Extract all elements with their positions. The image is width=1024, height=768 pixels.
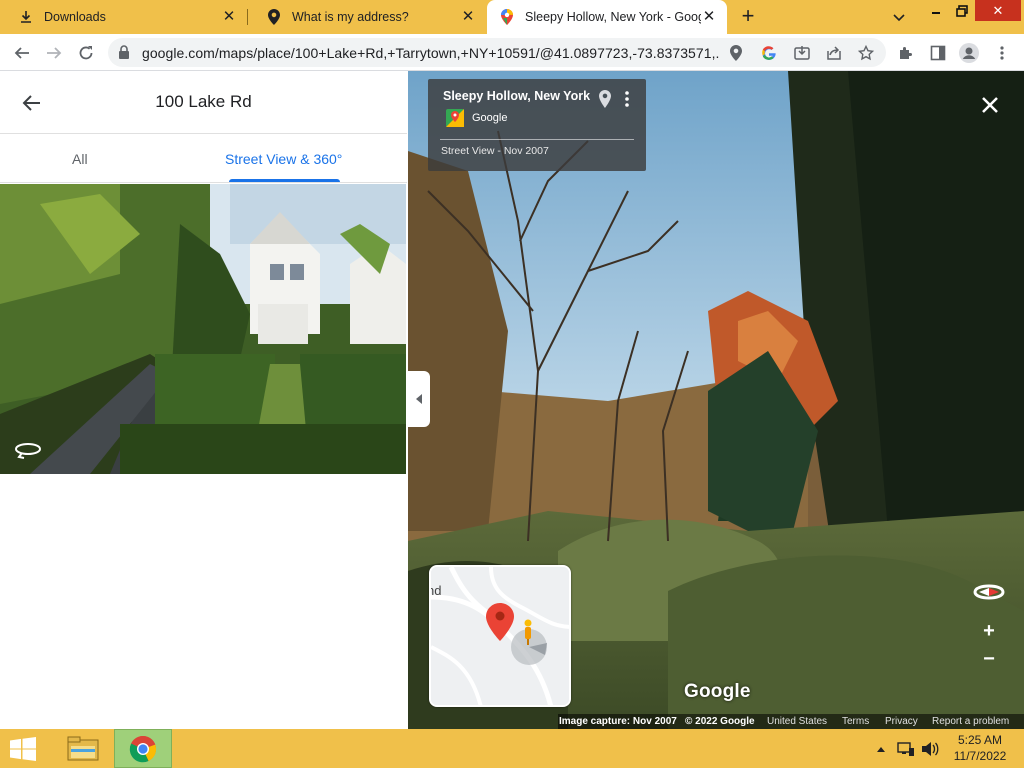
tab-what-is-my-address[interactable]: What is my address? ✕ bbox=[248, 0, 486, 34]
zoom-in-button[interactable]: + bbox=[978, 620, 1000, 642]
network-icon[interactable] bbox=[896, 741, 916, 757]
copyright-text: © 2022 Google bbox=[685, 716, 755, 727]
url-text[interactable]: google.com/maps/place/100+Lake+Rd,+Tarry… bbox=[142, 45, 720, 61]
download-icon bbox=[18, 9, 34, 25]
close-street-view-icon[interactable] bbox=[978, 93, 1002, 117]
chrome-taskbar-icon[interactable] bbox=[114, 729, 172, 768]
maps-side-panel: 100 Lake Rd All Street View & 360° bbox=[0, 71, 407, 729]
more-options-icon[interactable] bbox=[624, 90, 630, 113]
tab-title: What is my address? bbox=[292, 10, 409, 24]
minimize-window-icon[interactable] bbox=[925, 0, 947, 21]
attribution-bar: Image capture: Nov 2007 © 2022 Google Un… bbox=[550, 714, 1024, 729]
show-hidden-icons-chevron-icon[interactable] bbox=[875, 741, 887, 757]
compass-icon[interactable] bbox=[969, 577, 1009, 607]
street-view-thumbnail[interactable] bbox=[0, 184, 406, 474]
browser-tab-strip: Downloads ✕ What is my address? ✕ Sleepy… bbox=[0, 0, 1024, 34]
source-label: Google bbox=[472, 112, 508, 124]
pegman-icon bbox=[522, 619, 534, 650]
close-tab-icon[interactable]: ✕ bbox=[221, 9, 237, 25]
zoom-out-button[interactable]: − bbox=[978, 648, 1000, 670]
place-title: 100 Lake Rd bbox=[155, 92, 252, 111]
image-capture-text: Image capture: Nov 2007 bbox=[559, 716, 677, 727]
windows-taskbar: 5:25 AM 11/7/2022 bbox=[0, 729, 1024, 768]
volume-icon[interactable] bbox=[920, 741, 940, 757]
close-window-icon[interactable]: ✕ bbox=[975, 0, 1021, 21]
windows-start-icon[interactable] bbox=[8, 737, 38, 761]
tab-street-view-360[interactable]: Street View & 360° bbox=[225, 151, 342, 167]
google-logo: Google bbox=[684, 681, 751, 702]
panel-header: 100 Lake Rd bbox=[0, 71, 407, 134]
restore-window-icon[interactable] bbox=[951, 0, 973, 21]
tab-title: Sleepy Hollow, New York - Goog bbox=[525, 10, 701, 24]
close-tab-icon[interactable]: ✕ bbox=[460, 9, 476, 25]
thumbnail-photo bbox=[0, 184, 406, 474]
tab-sleepy-hollow[interactable]: Sleepy Hollow, New York - Goog ✕ bbox=[487, 0, 727, 34]
minimap-label: nd bbox=[431, 583, 442, 598]
minimap[interactable]: nd bbox=[429, 565, 571, 707]
forward-arrow-icon[interactable] bbox=[41, 40, 67, 66]
share-icon[interactable] bbox=[824, 43, 844, 63]
new-tab-button[interactable]: + bbox=[736, 5, 760, 29]
terms-link[interactable]: Terms bbox=[842, 716, 869, 727]
privacy-link[interactable]: Privacy bbox=[885, 716, 918, 727]
reload-icon[interactable] bbox=[73, 40, 99, 66]
file-explorer-icon[interactable] bbox=[54, 729, 112, 768]
location-info-card: Sleepy Hollow, New York Google Street Vi… bbox=[428, 79, 646, 171]
collapse-side-panel-button[interactable] bbox=[408, 371, 430, 427]
google-maps-icon bbox=[499, 9, 515, 25]
tab-downloads[interactable]: Downloads ✕ bbox=[0, 0, 247, 34]
active-tab-indicator bbox=[229, 179, 340, 182]
google-maps-logo-icon bbox=[446, 109, 464, 127]
location-icon[interactable] bbox=[726, 43, 746, 63]
report-problem-link[interactable]: Report a problem bbox=[932, 716, 1009, 727]
clock-time: 5:25 AM bbox=[957, 733, 1003, 747]
card-divider bbox=[440, 139, 634, 140]
street-view-panorama[interactable]: Sleepy Hollow, New York Google Street Vi… bbox=[408, 71, 1024, 729]
clock-date: 11/7/2022 bbox=[953, 749, 1007, 763]
extensions-puzzle-icon[interactable] bbox=[895, 42, 917, 64]
browser-menu-icon[interactable] bbox=[991, 42, 1013, 64]
back-arrow-icon[interactable] bbox=[9, 40, 35, 66]
lock-icon[interactable] bbox=[118, 45, 130, 64]
location-pin-icon bbox=[266, 9, 282, 25]
side-panel-icon[interactable] bbox=[927, 42, 949, 64]
photo-tabs: All Street View & 360° bbox=[0, 135, 407, 183]
chevron-left-icon bbox=[416, 394, 422, 404]
location-title[interactable]: Sleepy Hollow, New York bbox=[443, 89, 590, 103]
tab-title: Downloads bbox=[44, 10, 106, 24]
address-bar[interactable]: google.com/maps/place/100+Lake+Rd,+Tarry… bbox=[108, 38, 886, 67]
bookmark-star-icon[interactable] bbox=[856, 43, 876, 63]
install-app-icon[interactable] bbox=[792, 43, 812, 63]
location-pin-icon[interactable] bbox=[599, 90, 611, 113]
country-link[interactable]: United States bbox=[767, 716, 827, 727]
close-tab-icon[interactable]: ✕ bbox=[701, 9, 717, 25]
system-clock[interactable]: 5:25 AM 11/7/2022 bbox=[946, 732, 1014, 764]
browser-toolbar: google.com/maps/place/100+Lake+Rd,+Tarry… bbox=[0, 34, 1024, 71]
google-lens-icon[interactable] bbox=[759, 43, 779, 63]
360-rotate-icon bbox=[14, 440, 42, 465]
location-marker-icon bbox=[486, 603, 514, 646]
capture-date-link[interactable]: Street View - Nov 2007 bbox=[441, 145, 549, 157]
tab-all[interactable]: All bbox=[72, 151, 88, 167]
tab-search-chevron-icon[interactable] bbox=[890, 8, 908, 26]
profile-avatar-icon[interactable] bbox=[958, 42, 980, 64]
